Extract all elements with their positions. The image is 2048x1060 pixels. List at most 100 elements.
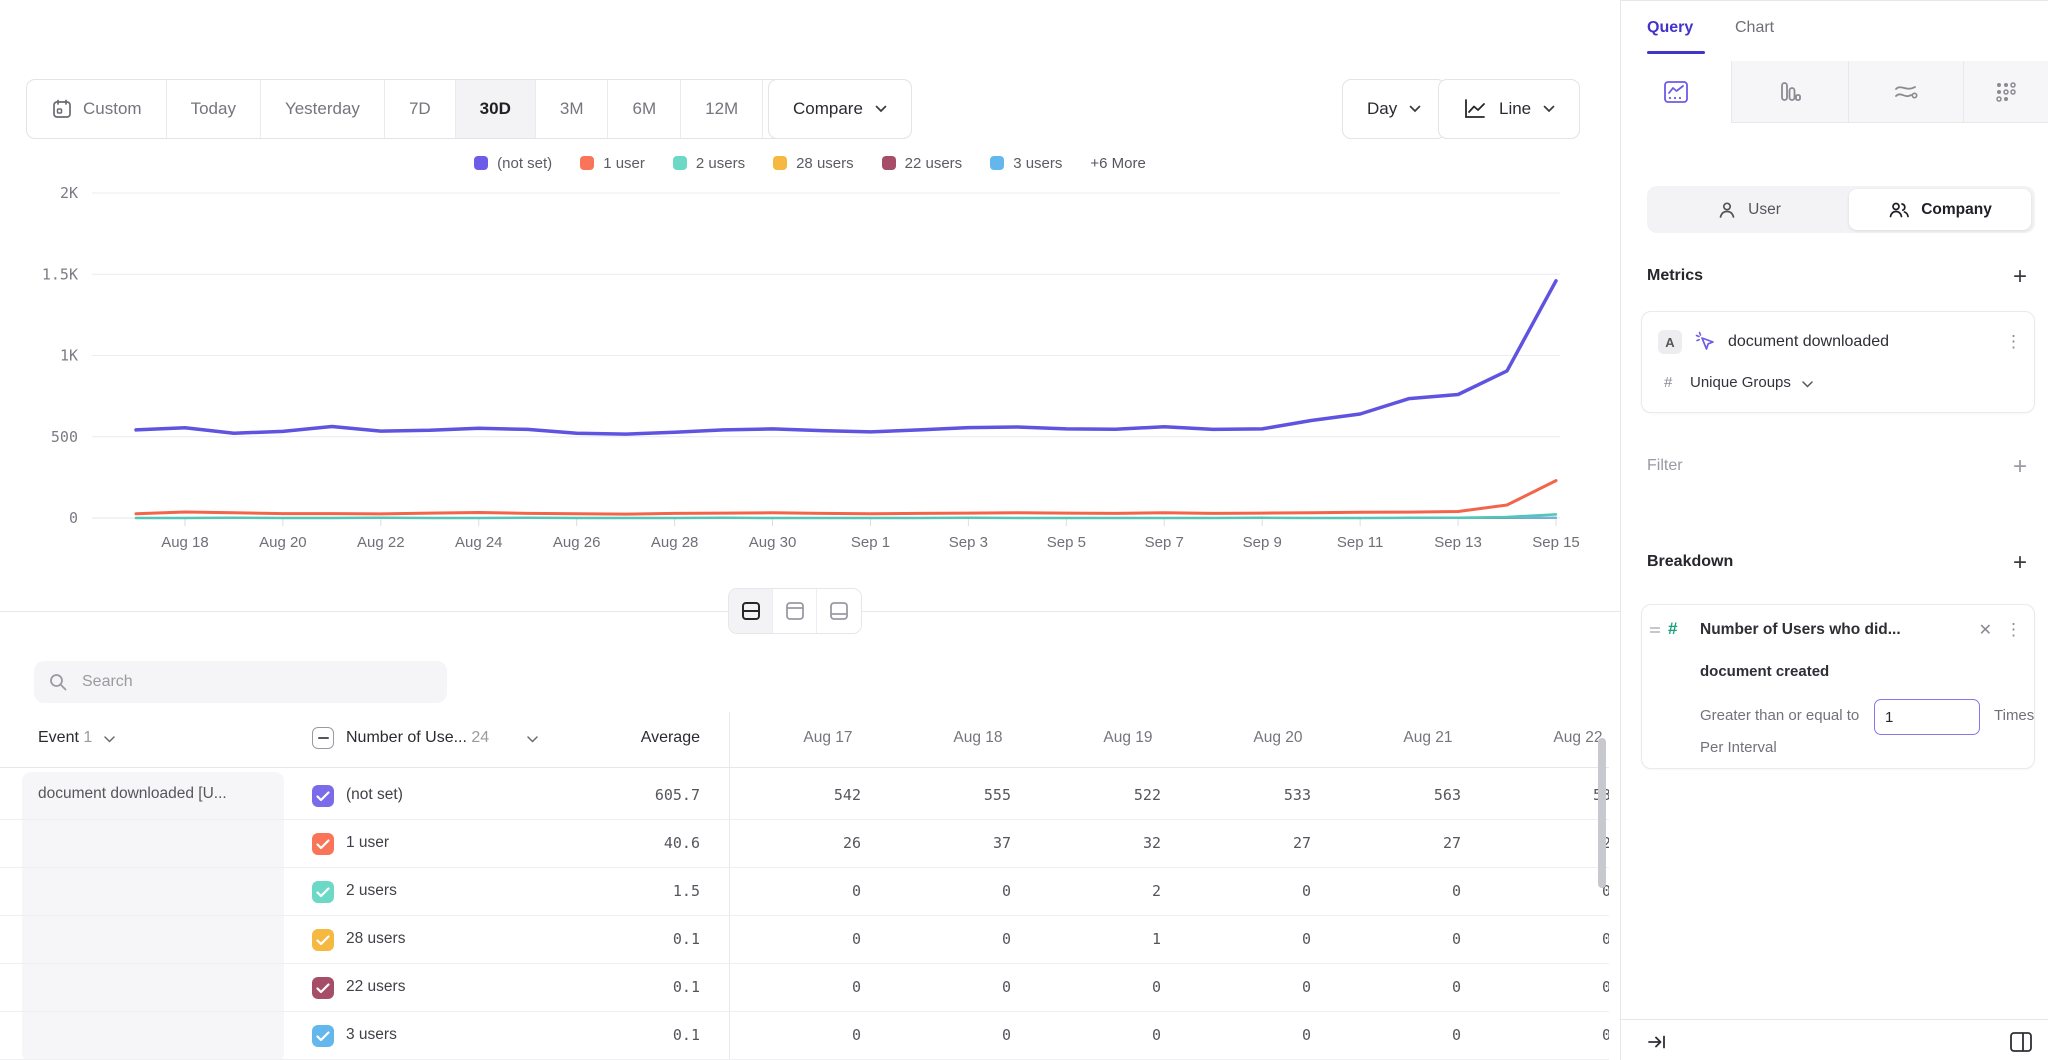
table-row[interactable]: 1 user40.626373227272 bbox=[0, 820, 1609, 868]
row-average: 40.6 bbox=[560, 834, 700, 852]
layout-table-only-button[interactable] bbox=[817, 589, 861, 633]
measure-selector[interactable]: Unique Groups bbox=[1690, 374, 1791, 391]
range-3m[interactable]: 3M bbox=[536, 80, 609, 138]
tab-chart[interactable]: Chart bbox=[1735, 19, 1774, 37]
entity-option-user[interactable]: User bbox=[1651, 189, 1847, 230]
range-30d[interactable]: 30D bbox=[456, 80, 536, 138]
event-cursor-icon bbox=[1694, 330, 1718, 354]
collapse-panel-icon[interactable] bbox=[1643, 1028, 1671, 1056]
legend-label: 28 users bbox=[796, 155, 854, 172]
svg-text:Sep 13: Sep 13 bbox=[1434, 534, 1482, 551]
sidebar-toggle-icon[interactable] bbox=[2007, 1028, 2035, 1056]
tile-bar-chart[interactable] bbox=[1731, 61, 1848, 123]
legend-item[interactable]: 1 user bbox=[580, 155, 645, 172]
legend-item[interactable]: 28 users bbox=[773, 155, 854, 172]
bar-chart-icon bbox=[1778, 80, 1802, 104]
svg-text:Aug 24: Aug 24 bbox=[455, 534, 503, 551]
legend-swatch bbox=[990, 156, 1004, 170]
entity-company-label: Company bbox=[1921, 201, 1992, 219]
row-value: 37 bbox=[861, 834, 1011, 852]
legend-item[interactable]: 2 users bbox=[673, 155, 745, 172]
row-value: 1 bbox=[1011, 930, 1161, 948]
svg-text:Sep 15: Sep 15 bbox=[1532, 534, 1580, 551]
range-6m[interactable]: 6M bbox=[608, 80, 681, 138]
range-12m[interactable]: 12M bbox=[681, 80, 763, 138]
add-metric-button[interactable]: + bbox=[2006, 263, 2034, 291]
select-all-checkbox[interactable] bbox=[312, 727, 334, 749]
row-checkbox[interactable] bbox=[312, 1025, 334, 1047]
row-value: 27 bbox=[1311, 834, 1461, 852]
interval-dropdown[interactable]: Day bbox=[1342, 79, 1446, 139]
series-line bbox=[136, 481, 1556, 514]
tile-line-chart[interactable] bbox=[1621, 61, 1731, 123]
legend-label: 1 user bbox=[603, 155, 645, 172]
add-filter-button[interactable]: + bbox=[2006, 453, 2034, 481]
layout-toggle-group bbox=[728, 588, 862, 634]
layout-split-button[interactable] bbox=[729, 589, 773, 633]
range-yesterday[interactable]: Yesterday bbox=[261, 80, 385, 138]
metric-card[interactable]: A document downloaded ⋮ # Unique Groups bbox=[1641, 311, 2035, 413]
chart-type-dropdown[interactable]: Line bbox=[1438, 79, 1580, 139]
row-checkbox[interactable] bbox=[312, 881, 334, 903]
entity-option-company[interactable]: Company bbox=[1849, 189, 2031, 230]
compare-button[interactable]: Compare bbox=[768, 79, 912, 139]
group-column-header[interactable]: Number of Use... 24 bbox=[346, 729, 489, 747]
series-line bbox=[136, 281, 1556, 434]
add-breakdown-button[interactable]: + bbox=[2006, 549, 2034, 577]
table-scrollbar[interactable] bbox=[1598, 738, 1606, 888]
breakdown-unit-label: Times bbox=[1994, 707, 2034, 724]
range-7d[interactable]: 7D bbox=[385, 80, 456, 138]
chevron-down-icon[interactable] bbox=[1802, 381, 1813, 388]
row-checkbox[interactable] bbox=[312, 929, 334, 951]
row-value: 0 bbox=[1311, 882, 1461, 900]
row-value: 27 bbox=[1161, 834, 1311, 852]
tile-separator bbox=[1963, 61, 1964, 123]
row-checkbox[interactable] bbox=[312, 785, 334, 807]
dots-grid-icon bbox=[1994, 80, 2018, 104]
layout-chart-only-button[interactable] bbox=[773, 589, 817, 633]
metric-kebab-menu[interactable]: ⋮ bbox=[2005, 332, 2022, 352]
legend-item[interactable]: (not set) bbox=[474, 155, 552, 172]
legend-item[interactable]: 3 users bbox=[990, 155, 1062, 172]
breakdown-card[interactable]: # Number of Users who did... ✕ ⋮ documen… bbox=[1641, 604, 2035, 769]
table-row[interactable]: 22 users0.1000000 bbox=[0, 964, 1609, 1012]
drag-handle-icon[interactable] bbox=[1649, 625, 1661, 637]
row-value: 0 bbox=[1161, 930, 1311, 948]
toolbar: CustomTodayYesterday7D30D3M6M12MXTD Comp… bbox=[0, 79, 1620, 139]
search-box[interactable] bbox=[34, 661, 447, 703]
row-value: 533 bbox=[1161, 786, 1311, 804]
tab-query[interactable]: Query bbox=[1647, 19, 1693, 37]
breakdown-per-interval-label: Per Interval bbox=[1700, 739, 1777, 756]
table-row[interactable]: 28 users0.1001000 bbox=[0, 916, 1609, 964]
line-chart[interactable]: 05001K1.5K2KAug 18Aug 20Aug 22Aug 24Aug … bbox=[0, 185, 1632, 560]
table-header: Event 1 Number of Use... 24 Average Aug … bbox=[0, 712, 1609, 768]
range-today[interactable]: Today bbox=[167, 80, 261, 138]
date-column-header: Aug 19 bbox=[1053, 729, 1203, 747]
table-row[interactable]: 3 users0.1000000 bbox=[0, 1012, 1609, 1060]
metric-event-name: document downloaded bbox=[1728, 333, 1889, 351]
close-icon[interactable]: ✕ bbox=[1979, 620, 1992, 640]
legend-item[interactable]: 22 users bbox=[882, 155, 963, 172]
table-row[interactable]: (not set)605.754255552253356353 bbox=[0, 772, 1609, 820]
company-icon bbox=[1888, 200, 1910, 220]
search-input[interactable] bbox=[82, 673, 412, 691]
svg-text:Aug 18: Aug 18 bbox=[161, 534, 209, 551]
date-range-group: CustomTodayYesterday7D30D3M6M12MXTD bbox=[26, 79, 867, 139]
table-row[interactable]: 2 users1.5002000 bbox=[0, 868, 1609, 916]
tile-scatter-chart[interactable] bbox=[1963, 61, 2048, 123]
row-checkbox[interactable] bbox=[312, 977, 334, 999]
svg-text:Aug 22: Aug 22 bbox=[357, 534, 405, 551]
measure-hash-icon: # bbox=[1664, 374, 1672, 391]
row-value: 0 bbox=[1461, 1026, 1609, 1044]
range-custom[interactable]: Custom bbox=[27, 80, 167, 138]
breakdown-value-input[interactable] bbox=[1874, 699, 1980, 735]
tile-flow-chart[interactable] bbox=[1848, 61, 1963, 123]
legend-more[interactable]: +6 More bbox=[1090, 155, 1145, 172]
chevron-down-icon[interactable] bbox=[104, 736, 115, 743]
row-value: 0 bbox=[1461, 930, 1609, 948]
event-column-header[interactable]: Event 1 bbox=[38, 729, 92, 747]
row-checkbox[interactable] bbox=[312, 833, 334, 855]
chevron-down-icon[interactable] bbox=[527, 736, 538, 743]
row-value: 0 bbox=[1461, 882, 1609, 900]
breakdown-kebab-menu[interactable]: ⋮ bbox=[2005, 620, 2022, 640]
